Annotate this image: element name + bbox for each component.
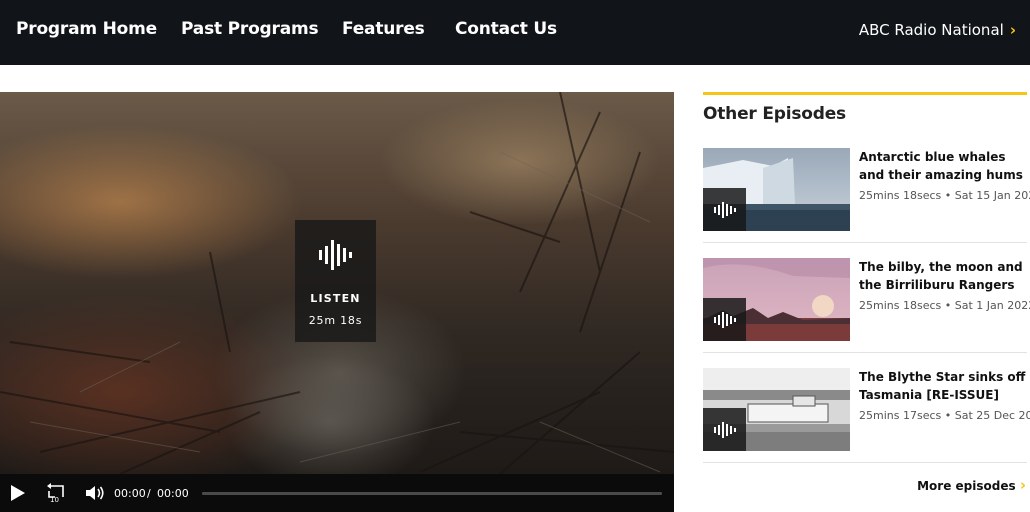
listen-badge [703, 298, 746, 341]
chevron-right-icon: › [1019, 476, 1026, 494]
current-time: 00:00 [114, 487, 146, 500]
audio-wave-icon [713, 201, 736, 218]
episode-card[interactable]: The Blythe Star sinks off Tasmania [RE-I… [703, 368, 1030, 478]
hero-image: LISTEN 25m 18s [0, 92, 674, 474]
episode-card[interactable]: Antarctic blue whales and their amazing … [703, 148, 1030, 258]
volume-icon [86, 486, 104, 500]
divider [703, 242, 1027, 243]
nav-program-home[interactable]: Program Home [16, 19, 157, 39]
listen-badge [703, 188, 746, 231]
time-separator: / [147, 487, 151, 500]
listen-duration: 25m 18s [308, 314, 363, 327]
listen-label: LISTEN [310, 292, 361, 305]
play-icon [11, 485, 25, 501]
episode-title[interactable]: The bilby, the moon and the Birriliburu … [859, 258, 1027, 294]
svg-text:10: 10 [50, 496, 59, 503]
episode-card[interactable]: The bilby, the moon and the Birriliburu … [703, 258, 1030, 368]
episode-title[interactable]: The Blythe Star sinks off Tasmania [RE-I… [859, 368, 1027, 404]
audio-wave-icon [713, 421, 736, 438]
nav-contact-us[interactable]: Contact Us [455, 19, 557, 39]
episode-thumbnail[interactable] [703, 368, 850, 451]
audio-player: 10 00:00 / 00:00 [0, 474, 674, 512]
play-button[interactable] [6, 474, 30, 512]
other-episodes-heading: Other Episodes [703, 104, 846, 124]
listen-badge [703, 408, 746, 451]
audio-wave-icon [319, 240, 352, 270]
skip-back-button[interactable]: 10 [44, 474, 68, 512]
more-episodes-link[interactable]: More episodes › [886, 476, 1026, 494]
divider [703, 352, 1027, 353]
episode-meta: 25mins 18secs • Sat 15 Jan 2022 [859, 189, 1030, 202]
skip-back-10-icon: 10 [47, 483, 64, 503]
more-episodes-label: More episodes [917, 479, 1016, 493]
nav-features[interactable]: Features [342, 19, 425, 39]
total-time: 00:00 [157, 487, 189, 500]
episode-title[interactable]: Antarctic blue whales and their amazing … [859, 148, 1027, 184]
audio-wave-icon [713, 311, 736, 328]
divider [703, 462, 1027, 463]
episode-thumbnail[interactable] [703, 148, 850, 231]
episode-meta: 25mins 18secs • Sat 1 Jan 2022 [859, 299, 1030, 312]
abc-radio-national-link[interactable]: ABC Radio National › [859, 21, 1016, 39]
episode-thumbnail[interactable] [703, 258, 850, 341]
nav-past-programs[interactable]: Past Programs [181, 19, 319, 39]
top-nav: Program Home Past Programs Features Cont… [0, 0, 1030, 65]
mute-button[interactable] [84, 474, 108, 512]
listen-button[interactable]: LISTEN 25m 18s [295, 220, 376, 342]
sidebar-accent-rule [703, 92, 1027, 95]
progress-bar[interactable] [202, 492, 662, 495]
chevron-right-icon: › [1009, 21, 1016, 39]
episode-meta: 25mins 17secs • Sat 25 Dec 2021 [859, 409, 1030, 422]
brand-link-label: ABC Radio National [858, 21, 1004, 39]
